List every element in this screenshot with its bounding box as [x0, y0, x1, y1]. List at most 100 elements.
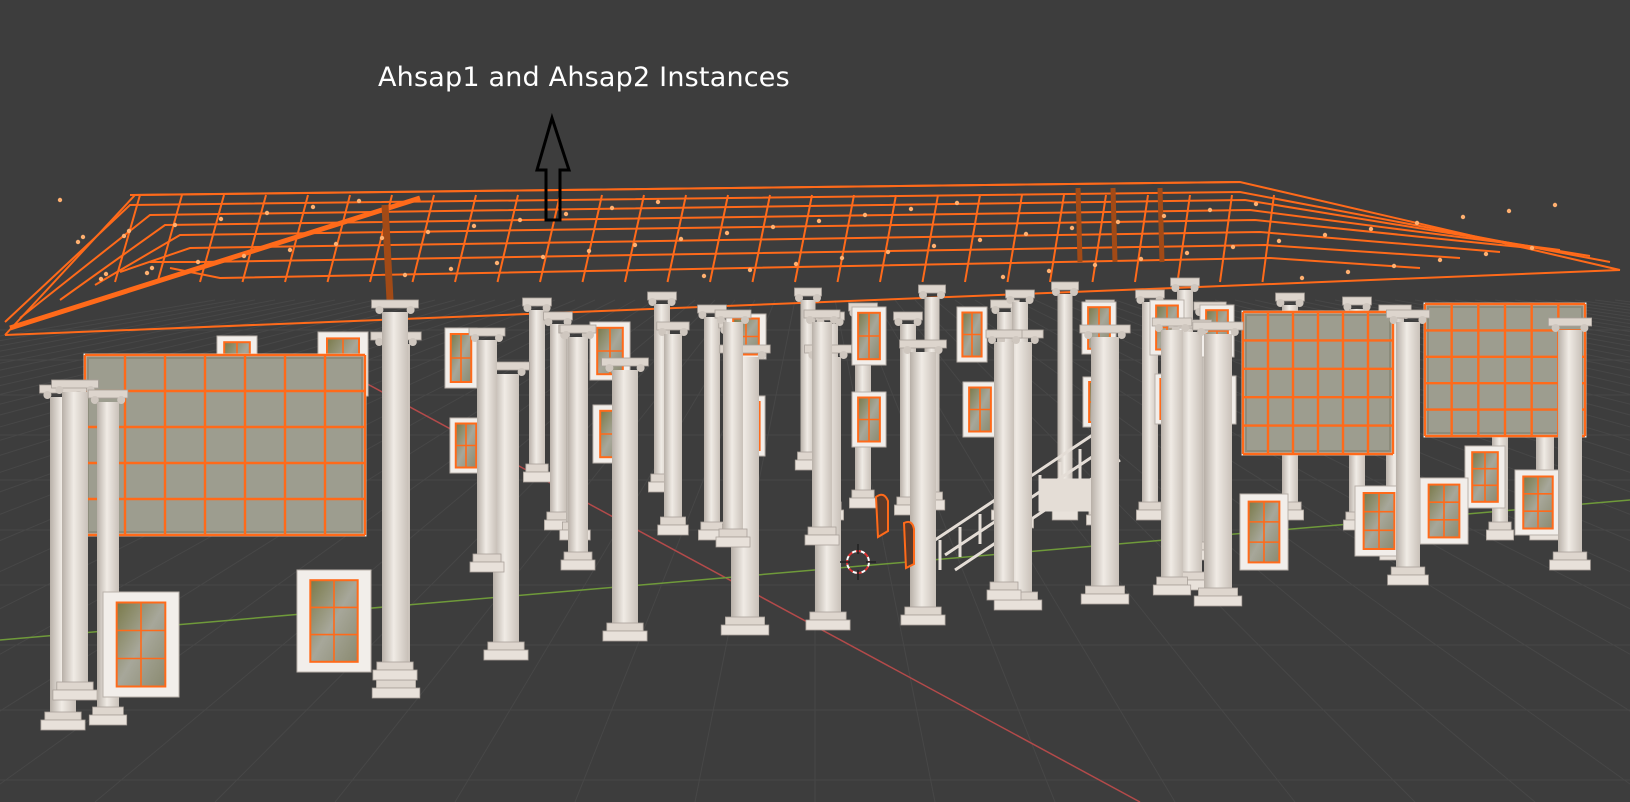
truss-vertex [1529, 245, 1535, 251]
column[interactable] [601, 357, 649, 642]
truss-vertex [471, 223, 477, 229]
truss-vertex [977, 237, 983, 243]
truss-vertex [264, 210, 270, 216]
3d-viewport[interactable]: Ahsap1 and Ahsap2 Instances [0, 0, 1630, 802]
window[interactable] [1354, 485, 1404, 557]
truss-vertex [931, 243, 937, 249]
wall-grid-panel[interactable] [83, 353, 367, 537]
window[interactable] [956, 306, 988, 363]
truss-vertex [241, 253, 247, 259]
window[interactable] [851, 391, 887, 448]
truss-rafter[interactable] [496, 194, 519, 283]
truss-vertex [1023, 231, 1029, 237]
truss-vertex [1276, 238, 1282, 244]
truss-vertex [839, 255, 845, 261]
truss-vertex [770, 224, 776, 230]
truss-vertex [75, 239, 81, 245]
truss-vertex [1368, 226, 1374, 232]
truss-vertex [1184, 250, 1190, 256]
truss-vertex [517, 217, 523, 223]
truss-rafter[interactable] [964, 194, 981, 283]
truss-vertex [793, 261, 799, 267]
truss-beam[interactable] [150, 243, 1461, 263]
truss-rafter[interactable] [1261, 194, 1275, 283]
truss-vertex [1437, 257, 1443, 263]
truss-vertex [448, 266, 454, 272]
truss-vertex [494, 260, 500, 266]
truss-vertex [1299, 275, 1305, 281]
truss-vertex [98, 276, 104, 282]
truss-vertex [1161, 213, 1167, 219]
truss-vertex [103, 271, 109, 277]
truss-vertex [172, 222, 178, 228]
truss-vertex [1483, 251, 1489, 257]
truss-vertex [1552, 202, 1558, 208]
window[interactable] [1464, 445, 1506, 509]
truss-vertex [678, 236, 684, 242]
truss-vertex [126, 228, 132, 234]
truss-vertex [954, 200, 960, 206]
truss-vertex [333, 241, 339, 247]
wall-grid-panel[interactable] [1241, 310, 1395, 456]
truss-beam[interactable] [59, 208, 1561, 301]
truss-rafter[interactable] [1091, 194, 1107, 283]
truss-rafter[interactable] [454, 194, 477, 283]
truss-rafter[interactable] [241, 194, 267, 283]
truss-rafter[interactable] [1049, 194, 1065, 283]
truss-vertex [218, 216, 224, 222]
truss-vertex [1460, 214, 1466, 220]
truss-rafter[interactable] [411, 194, 435, 283]
truss-vertex [862, 212, 868, 218]
truss-rafter[interactable] [326, 194, 351, 283]
truss-vertex [1253, 201, 1259, 207]
truss-post[interactable] [1110, 187, 1118, 263]
truss-post[interactable] [381, 204, 394, 301]
truss-vertex [1046, 268, 1052, 274]
truss-beam[interactable] [169, 256, 1421, 280]
window[interactable] [962, 381, 998, 438]
truss-post[interactable] [1075, 187, 1083, 263]
truss-vertex [1092, 262, 1098, 268]
truss-vertex [356, 198, 362, 204]
scene-canvas[interactable] [0, 0, 1630, 802]
truss-vertex [586, 248, 592, 254]
truss-rafter[interactable] [921, 194, 939, 283]
truss-vertex [1391, 263, 1397, 269]
truss-post[interactable] [1157, 187, 1165, 263]
column[interactable] [697, 304, 727, 541]
truss-vertex [287, 247, 293, 253]
truss-vertex [1207, 207, 1213, 213]
truss-vertex [1230, 244, 1236, 250]
window[interactable] [296, 569, 372, 673]
truss-vertex [1345, 269, 1351, 275]
truss-vertex [1414, 220, 1420, 226]
truss-vertex [1506, 208, 1512, 214]
column[interactable] [371, 299, 419, 681]
truss-rafter[interactable] [1006, 194, 1023, 283]
truss-rafter[interactable] [1176, 194, 1191, 283]
truss-vertex [379, 235, 385, 241]
column[interactable] [1079, 324, 1131, 605]
truss-vertex [816, 218, 822, 224]
truss-vertex [144, 270, 150, 276]
truss-rafter[interactable] [539, 194, 561, 283]
truss-vertex [1322, 232, 1328, 238]
window[interactable] [851, 306, 887, 366]
truss-vertex [1138, 256, 1144, 262]
window[interactable] [102, 591, 180, 698]
truss-vertex [747, 267, 753, 273]
truss-vertex [310, 204, 316, 210]
truss-vertex [1000, 274, 1006, 280]
window[interactable] [1514, 469, 1562, 536]
truss-vertex [80, 234, 86, 240]
truss-vertex [540, 254, 546, 260]
window[interactable] [1239, 493, 1289, 571]
truss-rafter[interactable] [1219, 194, 1233, 283]
annotation-label: Ahsap1 and Ahsap2 Instances [378, 62, 790, 93]
3d-cursor-icon[interactable] [840, 544, 876, 580]
truss-vertex [655, 199, 661, 205]
truss-rafter[interactable] [1134, 194, 1149, 283]
truss-vertex [1069, 225, 1075, 231]
truss-vertex [425, 229, 431, 235]
window[interactable] [1419, 477, 1469, 545]
